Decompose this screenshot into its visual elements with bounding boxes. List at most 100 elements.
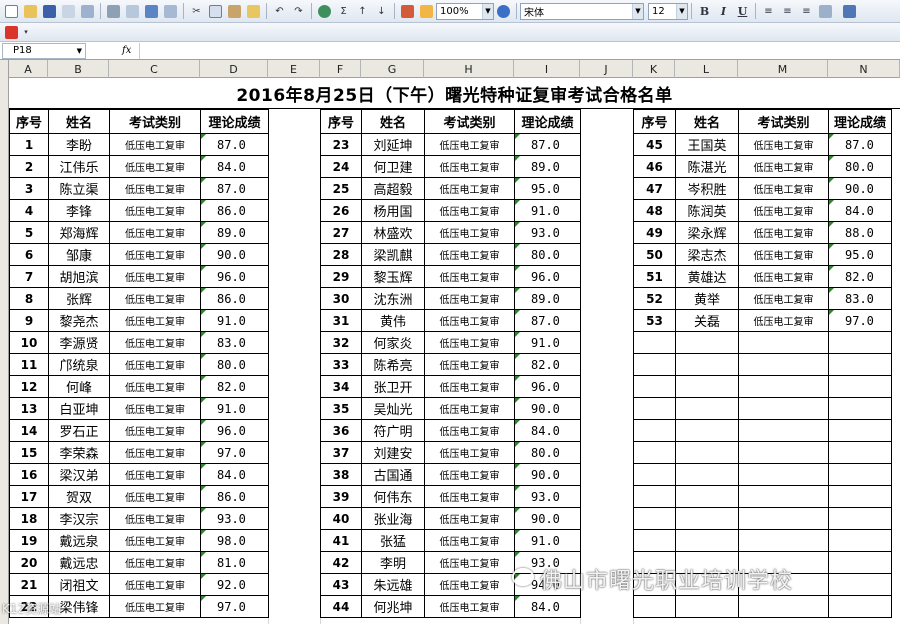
name-cell[interactable]: 黎玉辉 [361, 265, 425, 288]
seq-cell[interactable] [633, 353, 676, 376]
seq-cell[interactable]: 6 [9, 243, 49, 266]
exam-type-cell[interactable] [738, 507, 829, 530]
hyperlink-icon[interactable] [316, 3, 333, 20]
score-cell[interactable]: 90.0 [514, 507, 581, 530]
seq-cell[interactable] [633, 485, 676, 508]
name-cell[interactable]: 白亚坤 [48, 397, 110, 420]
seq-cell[interactable]: 34 [320, 375, 362, 398]
name-cell[interactable]: 岑积胜 [675, 177, 739, 200]
seq-cell[interactable] [633, 529, 676, 552]
seq-cell[interactable]: 14 [9, 419, 49, 442]
score-cell[interactable]: 98.0 [200, 529, 269, 552]
name-cell[interactable]: 罗石正 [48, 419, 110, 442]
exam-type-cell[interactable]: 低压电工复审 [424, 441, 515, 464]
worksheet[interactable]: ABCDEFGHIJKLMN 2016年8月25日（下午）曙光特种证复审考试合格… [0, 60, 900, 624]
align-center-icon[interactable]: ≡ [779, 3, 796, 20]
name-cell[interactable] [675, 375, 739, 398]
score-cell[interactable]: 92.0 [200, 573, 269, 596]
column-heading[interactable]: 姓名 [675, 109, 739, 134]
exam-type-cell[interactable]: 低压电工复审 [738, 265, 829, 288]
seq-cell[interactable] [633, 419, 676, 442]
exam-type-cell[interactable]: 低压电工复审 [109, 463, 201, 486]
exam-type-cell[interactable]: 低压电工复审 [109, 221, 201, 244]
exam-type-cell[interactable]: 低压电工复审 [424, 595, 515, 618]
autosum-icon[interactable]: Σ [335, 3, 352, 20]
sort-ascending-icon[interactable]: ↑ [354, 3, 371, 20]
drawing-icon[interactable] [418, 3, 435, 20]
seq-cell[interactable]: 31 [320, 309, 362, 332]
score-cell[interactable]: 84.0 [514, 419, 581, 442]
column-heading[interactable]: 姓名 [48, 109, 110, 134]
zoom-select[interactable]: 100% ▼ [436, 2, 494, 20]
seq-cell[interactable]: 33 [320, 353, 362, 376]
name-cell[interactable]: 戴远忠 [48, 551, 110, 574]
name-cell[interactable] [675, 529, 739, 552]
column-heading[interactable]: 序号 [633, 109, 676, 134]
seq-cell[interactable]: 26 [320, 199, 362, 222]
print-preview-icon[interactable] [124, 3, 141, 20]
score-cell[interactable] [828, 331, 892, 354]
score-cell[interactable]: 81.0 [200, 551, 269, 574]
exam-type-cell[interactable]: 低压电工复审 [738, 199, 829, 222]
exam-type-cell[interactable]: 低压电工复审 [424, 397, 515, 420]
spelling-icon[interactable] [143, 3, 160, 20]
exam-type-cell[interactable]: 低压电工复审 [109, 199, 201, 222]
score-cell[interactable] [828, 507, 892, 530]
column-header[interactable]: E [268, 60, 320, 78]
exam-type-cell[interactable] [738, 419, 829, 442]
name-cell[interactable]: 何卫建 [361, 155, 425, 178]
exam-type-cell[interactable]: 低压电工复审 [424, 309, 515, 332]
toolbar-overflow-icon[interactable]: ▾ [22, 24, 30, 41]
exam-type-cell[interactable]: 低压电工复审 [738, 155, 829, 178]
score-cell[interactable] [828, 419, 892, 442]
name-cell[interactable]: 何兆坤 [361, 595, 425, 618]
score-cell[interactable]: 86.0 [200, 199, 269, 222]
exam-type-cell[interactable]: 低压电工复审 [738, 221, 829, 244]
sort-descending-icon[interactable]: ↓ [373, 3, 390, 20]
seq-cell[interactable]: 12 [9, 375, 49, 398]
seq-cell[interactable]: 50 [633, 243, 676, 266]
seq-cell[interactable]: 30 [320, 287, 362, 310]
column-heading[interactable]: 姓名 [361, 109, 425, 134]
name-cell[interactable]: 郑海辉 [48, 221, 110, 244]
name-cell[interactable]: 刘建安 [361, 441, 425, 464]
research-icon[interactable] [162, 3, 179, 20]
exam-type-cell[interactable]: 低压电工复审 [738, 309, 829, 332]
name-cell[interactable] [675, 595, 739, 618]
exam-type-cell[interactable]: 低压电工复审 [738, 243, 829, 266]
undo-icon[interactable]: ↶ [271, 3, 288, 20]
name-cell[interactable]: 陈润英 [675, 199, 739, 222]
exam-type-cell[interactable] [738, 375, 829, 398]
exam-type-cell[interactable]: 低压电工复审 [109, 419, 201, 442]
exam-type-cell[interactable]: 低压电工复审 [109, 595, 201, 618]
exam-type-cell[interactable]: 低压电工复审 [424, 331, 515, 354]
score-cell[interactable] [828, 441, 892, 464]
column-header[interactable]: I [514, 60, 580, 78]
score-cell[interactable]: 88.0 [828, 221, 892, 244]
exam-type-cell[interactable] [738, 397, 829, 420]
name-cell[interactable]: 何峰 [48, 375, 110, 398]
exam-type-cell[interactable]: 低压电工复审 [109, 353, 201, 376]
exam-type-cell[interactable]: 低压电工复审 [424, 419, 515, 442]
score-cell[interactable]: 97.0 [200, 441, 269, 464]
score-cell[interactable]: 96.0 [200, 265, 269, 288]
column-heading[interactable]: 序号 [320, 109, 362, 134]
exam-type-cell[interactable] [738, 331, 829, 354]
cut-icon[interactable]: ✂ [188, 3, 205, 20]
paste-icon[interactable] [226, 3, 243, 20]
column-header[interactable]: L [675, 60, 738, 78]
exam-type-cell[interactable]: 低压电工复审 [109, 287, 201, 310]
score-cell[interactable]: 83.0 [828, 287, 892, 310]
seq-cell[interactable]: 18 [9, 507, 49, 530]
exam-type-cell[interactable]: 低压电工复审 [424, 551, 515, 574]
exam-type-cell[interactable]: 低压电工复审 [109, 155, 201, 178]
italic-button[interactable]: I [715, 3, 732, 20]
score-cell[interactable]: 80.0 [514, 441, 581, 464]
name-cell[interactable] [675, 419, 739, 442]
column-header[interactable]: G [361, 60, 424, 78]
seq-cell[interactable] [633, 595, 676, 618]
exam-type-cell[interactable]: 低压电工复审 [109, 485, 201, 508]
exam-type-cell[interactable]: 低压电工复审 [109, 177, 201, 200]
name-cell[interactable]: 戴远泉 [48, 529, 110, 552]
exam-type-cell[interactable]: 低压电工复审 [424, 265, 515, 288]
